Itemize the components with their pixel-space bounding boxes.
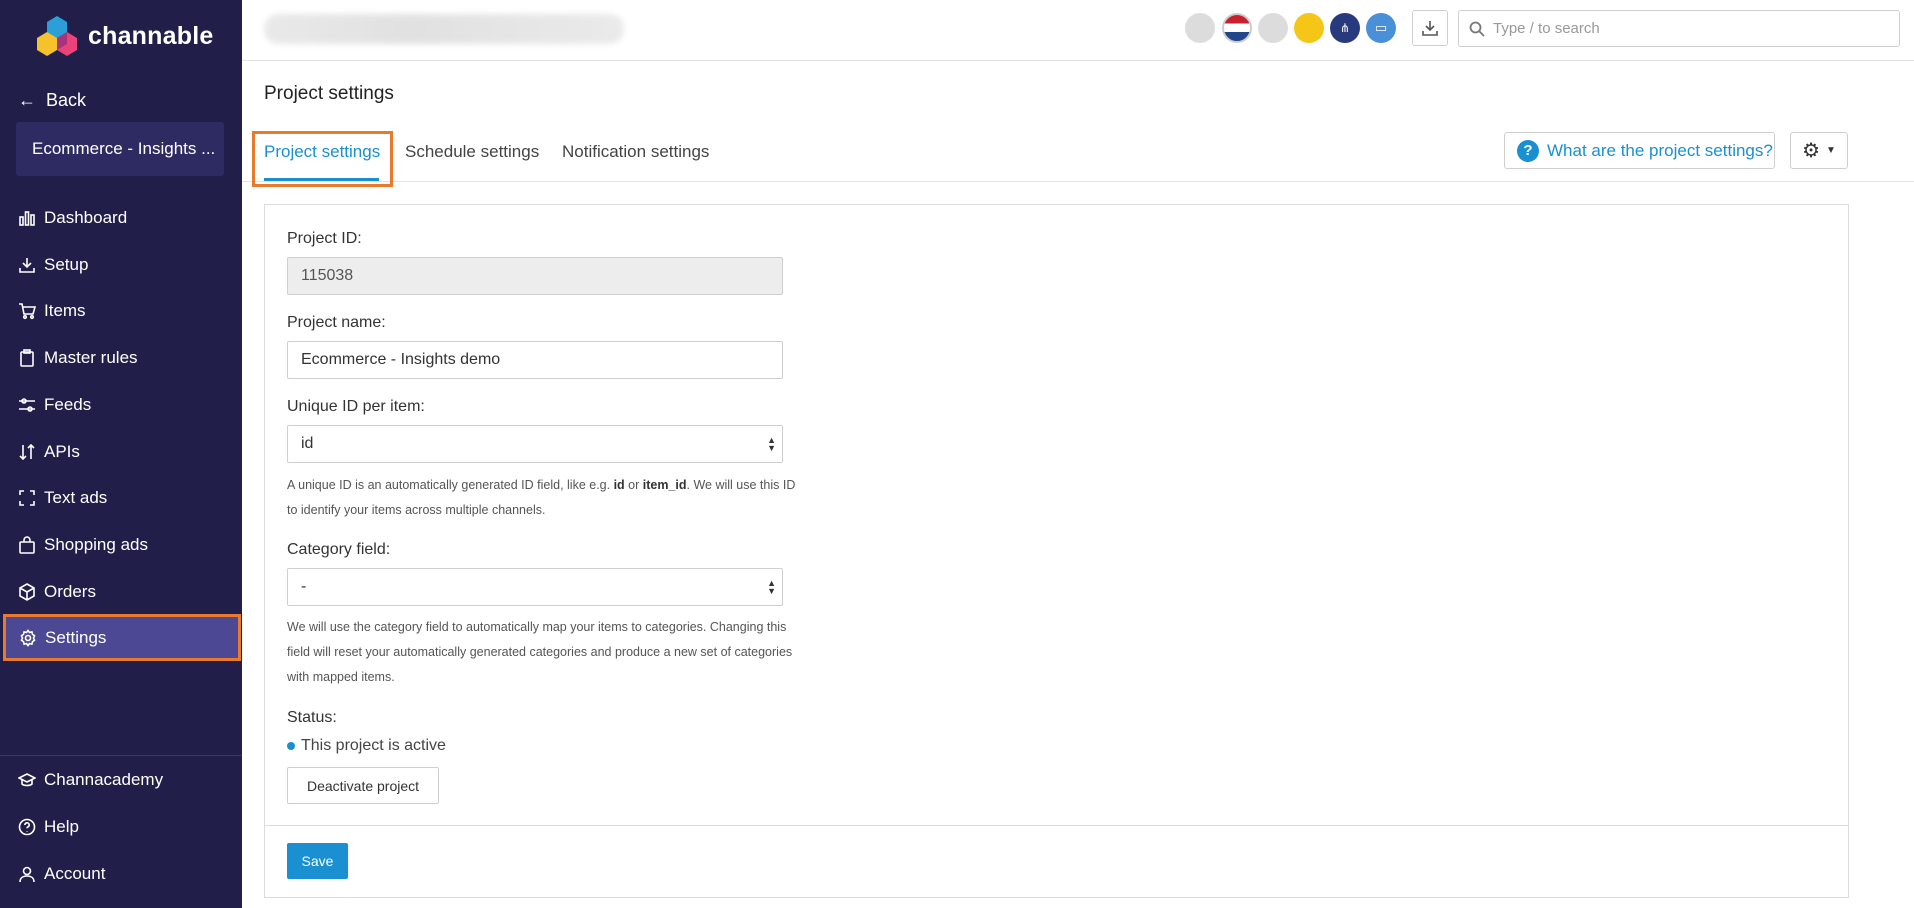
clipboard-icon: [18, 348, 36, 367]
sidebar-item-label: Master rules: [44, 347, 138, 367]
blurred-breadcrumb: [264, 14, 624, 44]
sidebar-item-label: Dashboard: [44, 207, 128, 227]
settings-dropdown-button[interactable]: ⚙ ▼: [1790, 132, 1848, 169]
sidebar-item-items[interactable]: Items: [0, 287, 242, 334]
gear-icon: ⚙: [1802, 140, 1821, 162]
category-field-label: Category field:: [287, 541, 391, 558]
sidebar-item-apis[interactable]: APIs: [0, 428, 242, 475]
category-selected-value: -: [301, 578, 307, 595]
project-name-input[interactable]: Ecommerce - Insights demo: [287, 341, 783, 379]
save-button[interactable]: Save: [287, 843, 348, 879]
gear-icon: [19, 628, 37, 647]
bar-chart-icon: [18, 209, 36, 227]
graduation-cap-icon: [18, 771, 36, 789]
search-box[interactable]: [1458, 10, 1900, 47]
active-tab-underline: [264, 178, 379, 181]
cart-icon: [18, 302, 36, 320]
box-icon: [18, 582, 36, 601]
topbar: ⋔ ▭: [242, 0, 1914, 61]
download-button[interactable]: [1412, 10, 1448, 46]
project-selector[interactable]: Ecommerce - Insights ...: [16, 122, 224, 176]
sidebar-item-label: Orders: [44, 581, 96, 601]
sliders-icon: [18, 396, 36, 414]
sidebar-item-text-ads[interactable]: Text ads: [0, 474, 242, 521]
question-circle-icon: [18, 818, 36, 836]
category-field-select[interactable]: - ▲ ▼: [287, 568, 783, 606]
back-label: Back: [46, 90, 87, 110]
sidebar-item-feeds[interactable]: Feeds: [0, 381, 242, 428]
shopping-bag-icon: [18, 535, 36, 554]
frame-icon: [18, 489, 36, 507]
question-icon: ?: [1517, 139, 1539, 162]
back-link[interactable]: ← Back: [18, 90, 86, 111]
tab-schedule-settings[interactable]: Schedule settings: [405, 142, 539, 162]
avatar[interactable]: [1294, 13, 1324, 43]
sidebar-item-dashboard[interactable]: Dashboard: [0, 194, 242, 241]
caret-down-icon: ▼: [1826, 145, 1836, 156]
sort-arrows-icon: [18, 443, 36, 461]
search-icon: [1469, 21, 1485, 37]
tab-notification-settings[interactable]: Notification settings: [562, 142, 709, 162]
sidebar-item-label: Channacademy: [44, 769, 164, 789]
category-help-text: We will use the category field to automa…: [287, 620, 793, 684]
sidebar-item-label: Feeds: [44, 394, 92, 414]
sidebar-item-label: Help: [44, 816, 79, 836]
sidebar-item-channacademy[interactable]: Channacademy: [0, 756, 242, 803]
download-icon: [18, 256, 36, 274]
sidebar-item-label: Shopping ads: [44, 534, 148, 554]
channable-logo[interactable]: channable: [34, 14, 213, 58]
unique-id-selected-value: id: [301, 435, 314, 452]
avatar[interactable]: [1258, 13, 1288, 43]
project-name-label: Project name:: [287, 314, 386, 331]
unique-id-help-text: A unique ID is an automatically generate…: [287, 478, 796, 517]
channable-logo-icon: [37, 16, 77, 56]
project-settings-card: Project ID: 115038 Project name: Ecommer…: [264, 204, 1849, 898]
sidebar-item-label: Account: [44, 863, 106, 883]
netherlands-flag-icon[interactable]: [1222, 13, 1252, 43]
sidebar-item-master-rules[interactable]: Master rules: [0, 334, 242, 381]
sidebar-item-account[interactable]: Account: [0, 850, 242, 897]
sidebar-item-label: Items: [44, 300, 86, 320]
deactivate-project-button[interactable]: Deactivate project: [287, 767, 439, 804]
sidebar-item-label: Settings: [45, 627, 107, 647]
sidebar-item-orders[interactable]: Orders: [0, 568, 242, 615]
project-id-field: 115038: [287, 257, 783, 295]
sidebar-item-settings[interactable]: Settings: [3, 614, 241, 661]
status-label: Status:: [287, 709, 337, 726]
unique-id-label: Unique ID per item:: [287, 398, 425, 415]
sidebar-item-label: APIs: [44, 441, 80, 461]
tab-project-settings[interactable]: Project settings: [264, 142, 380, 162]
page-title: Project settings: [264, 83, 394, 104]
unique-id-select[interactable]: id ▲ ▼: [287, 425, 783, 463]
avatar[interactable]: [1185, 13, 1215, 43]
sidebar-item-label: Text ads: [44, 487, 108, 507]
sidebar-item-help[interactable]: Help: [0, 803, 242, 850]
user-icon: [18, 865, 36, 883]
select-arrows-icon: ▲ ▼: [767, 578, 776, 596]
status-indicator: This project is active: [287, 737, 446, 755]
status-dot-icon: [287, 742, 295, 750]
search-input[interactable]: [1493, 20, 1893, 37]
status-text: This project is active: [301, 737, 446, 754]
sidebar-item-setup[interactable]: Setup: [0, 241, 242, 288]
project-id-label: Project ID:: [287, 230, 362, 247]
sidebar: channable ← Back Ecommerce - Insights ..…: [0, 0, 242, 908]
tablet-icon[interactable]: ▭: [1366, 13, 1396, 43]
sidebar-item-shopping-ads[interactable]: Shopping ads: [0, 521, 242, 568]
arrow-left-icon: ←: [18, 90, 36, 110]
sidebar-item-label: Setup: [44, 254, 89, 274]
help-button-label: What are the project settings?: [1547, 140, 1773, 160]
project-settings-help-button[interactable]: ? What are the project settings?: [1504, 132, 1775, 169]
download-icon: [1422, 21, 1438, 36]
sitemap-icon[interactable]: ⋔: [1330, 13, 1360, 43]
logo-text: channable: [88, 21, 214, 50]
card-footer-divider: [265, 825, 1848, 826]
select-arrows-icon: ▲ ▼: [767, 435, 776, 453]
